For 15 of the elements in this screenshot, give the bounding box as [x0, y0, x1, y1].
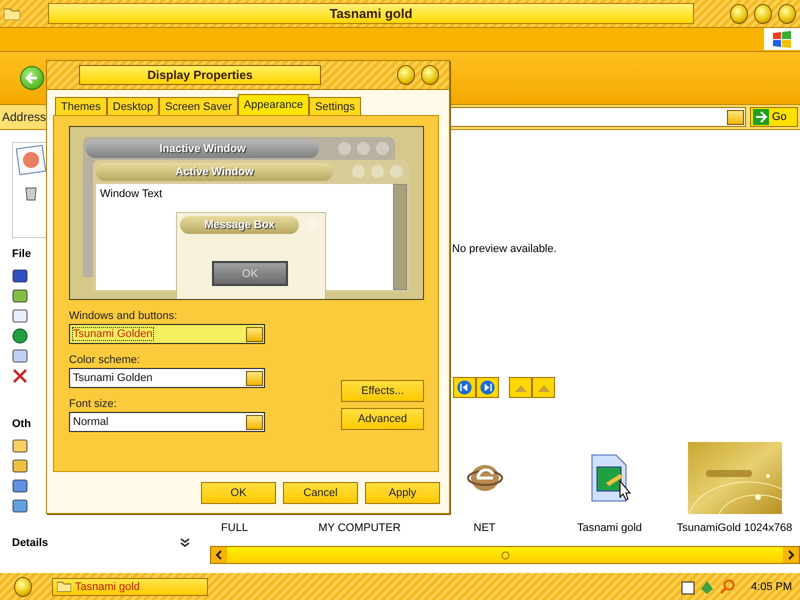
window-title: Inactive Window: [159, 143, 246, 155]
section-title: Details: [12, 537, 48, 549]
field-label: Color scheme:: [69, 354, 141, 366]
message-box-title: Message Box: [204, 219, 275, 231]
preview-message: No preview available.: [452, 243, 557, 255]
address-label: Address: [2, 110, 46, 124]
dialog-title: Display Properties: [147, 68, 253, 82]
window-text: Window Text: [100, 188, 162, 200]
clock: 4:05 PM: [751, 580, 792, 592]
window-title: Tasnami gold: [330, 6, 412, 21]
section-title: Oth: [12, 418, 31, 430]
field-label: Font size:: [69, 398, 118, 410]
window-title: Active Window: [175, 166, 254, 178]
field-label: Windows and buttons:: [69, 310, 178, 322]
section-title: File: [12, 248, 31, 260]
